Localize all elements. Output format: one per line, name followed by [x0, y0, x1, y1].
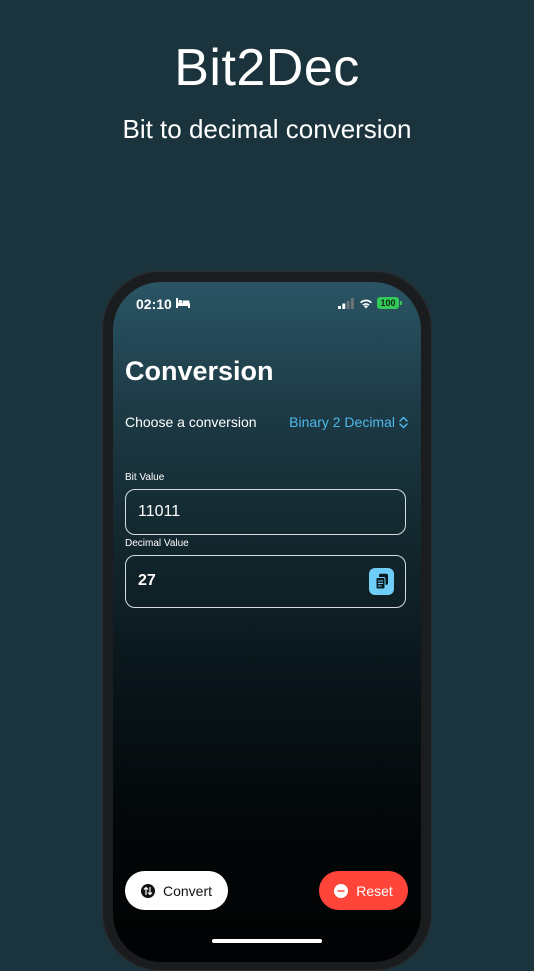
copy-button[interactable]	[369, 568, 394, 595]
cellular-signal-icon	[338, 298, 354, 309]
bed-icon	[176, 298, 190, 308]
copy-icon	[375, 573, 388, 590]
choose-conversion-label: Choose a conversion	[125, 414, 257, 430]
bit-value-input[interactable]: 11011	[125, 489, 406, 535]
status-time: 02:10	[136, 296, 172, 312]
phone-screen: 02:10 100 Conversion Choose a conversion…	[113, 282, 421, 962]
conversion-picker-value: Binary 2 Decimal	[289, 414, 395, 430]
arrow-up-down-icon	[140, 883, 155, 898]
convert-button[interactable]: Convert	[125, 871, 228, 910]
chevron-up-down-icon	[399, 416, 408, 428]
reset-button[interactable]: Reset	[319, 871, 408, 910]
decimal-value-text: 27	[138, 572, 156, 589]
decimal-value-label: Decimal Value	[125, 538, 189, 549]
promo-subtitle: Bit to decimal conversion	[122, 114, 412, 144]
battery-tip	[400, 301, 402, 305]
bit-value-label: Bit Value	[125, 472, 165, 483]
wifi-icon	[360, 299, 372, 309]
home-indicator[interactable]	[212, 939, 322, 943]
decimal-value-field: 27	[125, 555, 406, 608]
reset-button-label: Reset	[356, 882, 393, 899]
conversion-picker[interactable]: Binary 2 Decimal	[289, 413, 408, 431]
convert-button-label: Convert	[162, 882, 213, 899]
bit-value-text: 11011	[138, 503, 181, 520]
screen-title: Conversion	[125, 356, 274, 386]
promo-title: Bit2Dec	[174, 39, 360, 97]
status-bar: 02:10 100	[113, 294, 421, 314]
minus-circle-icon	[334, 883, 349, 898]
battery-icon: 100	[377, 297, 399, 309]
